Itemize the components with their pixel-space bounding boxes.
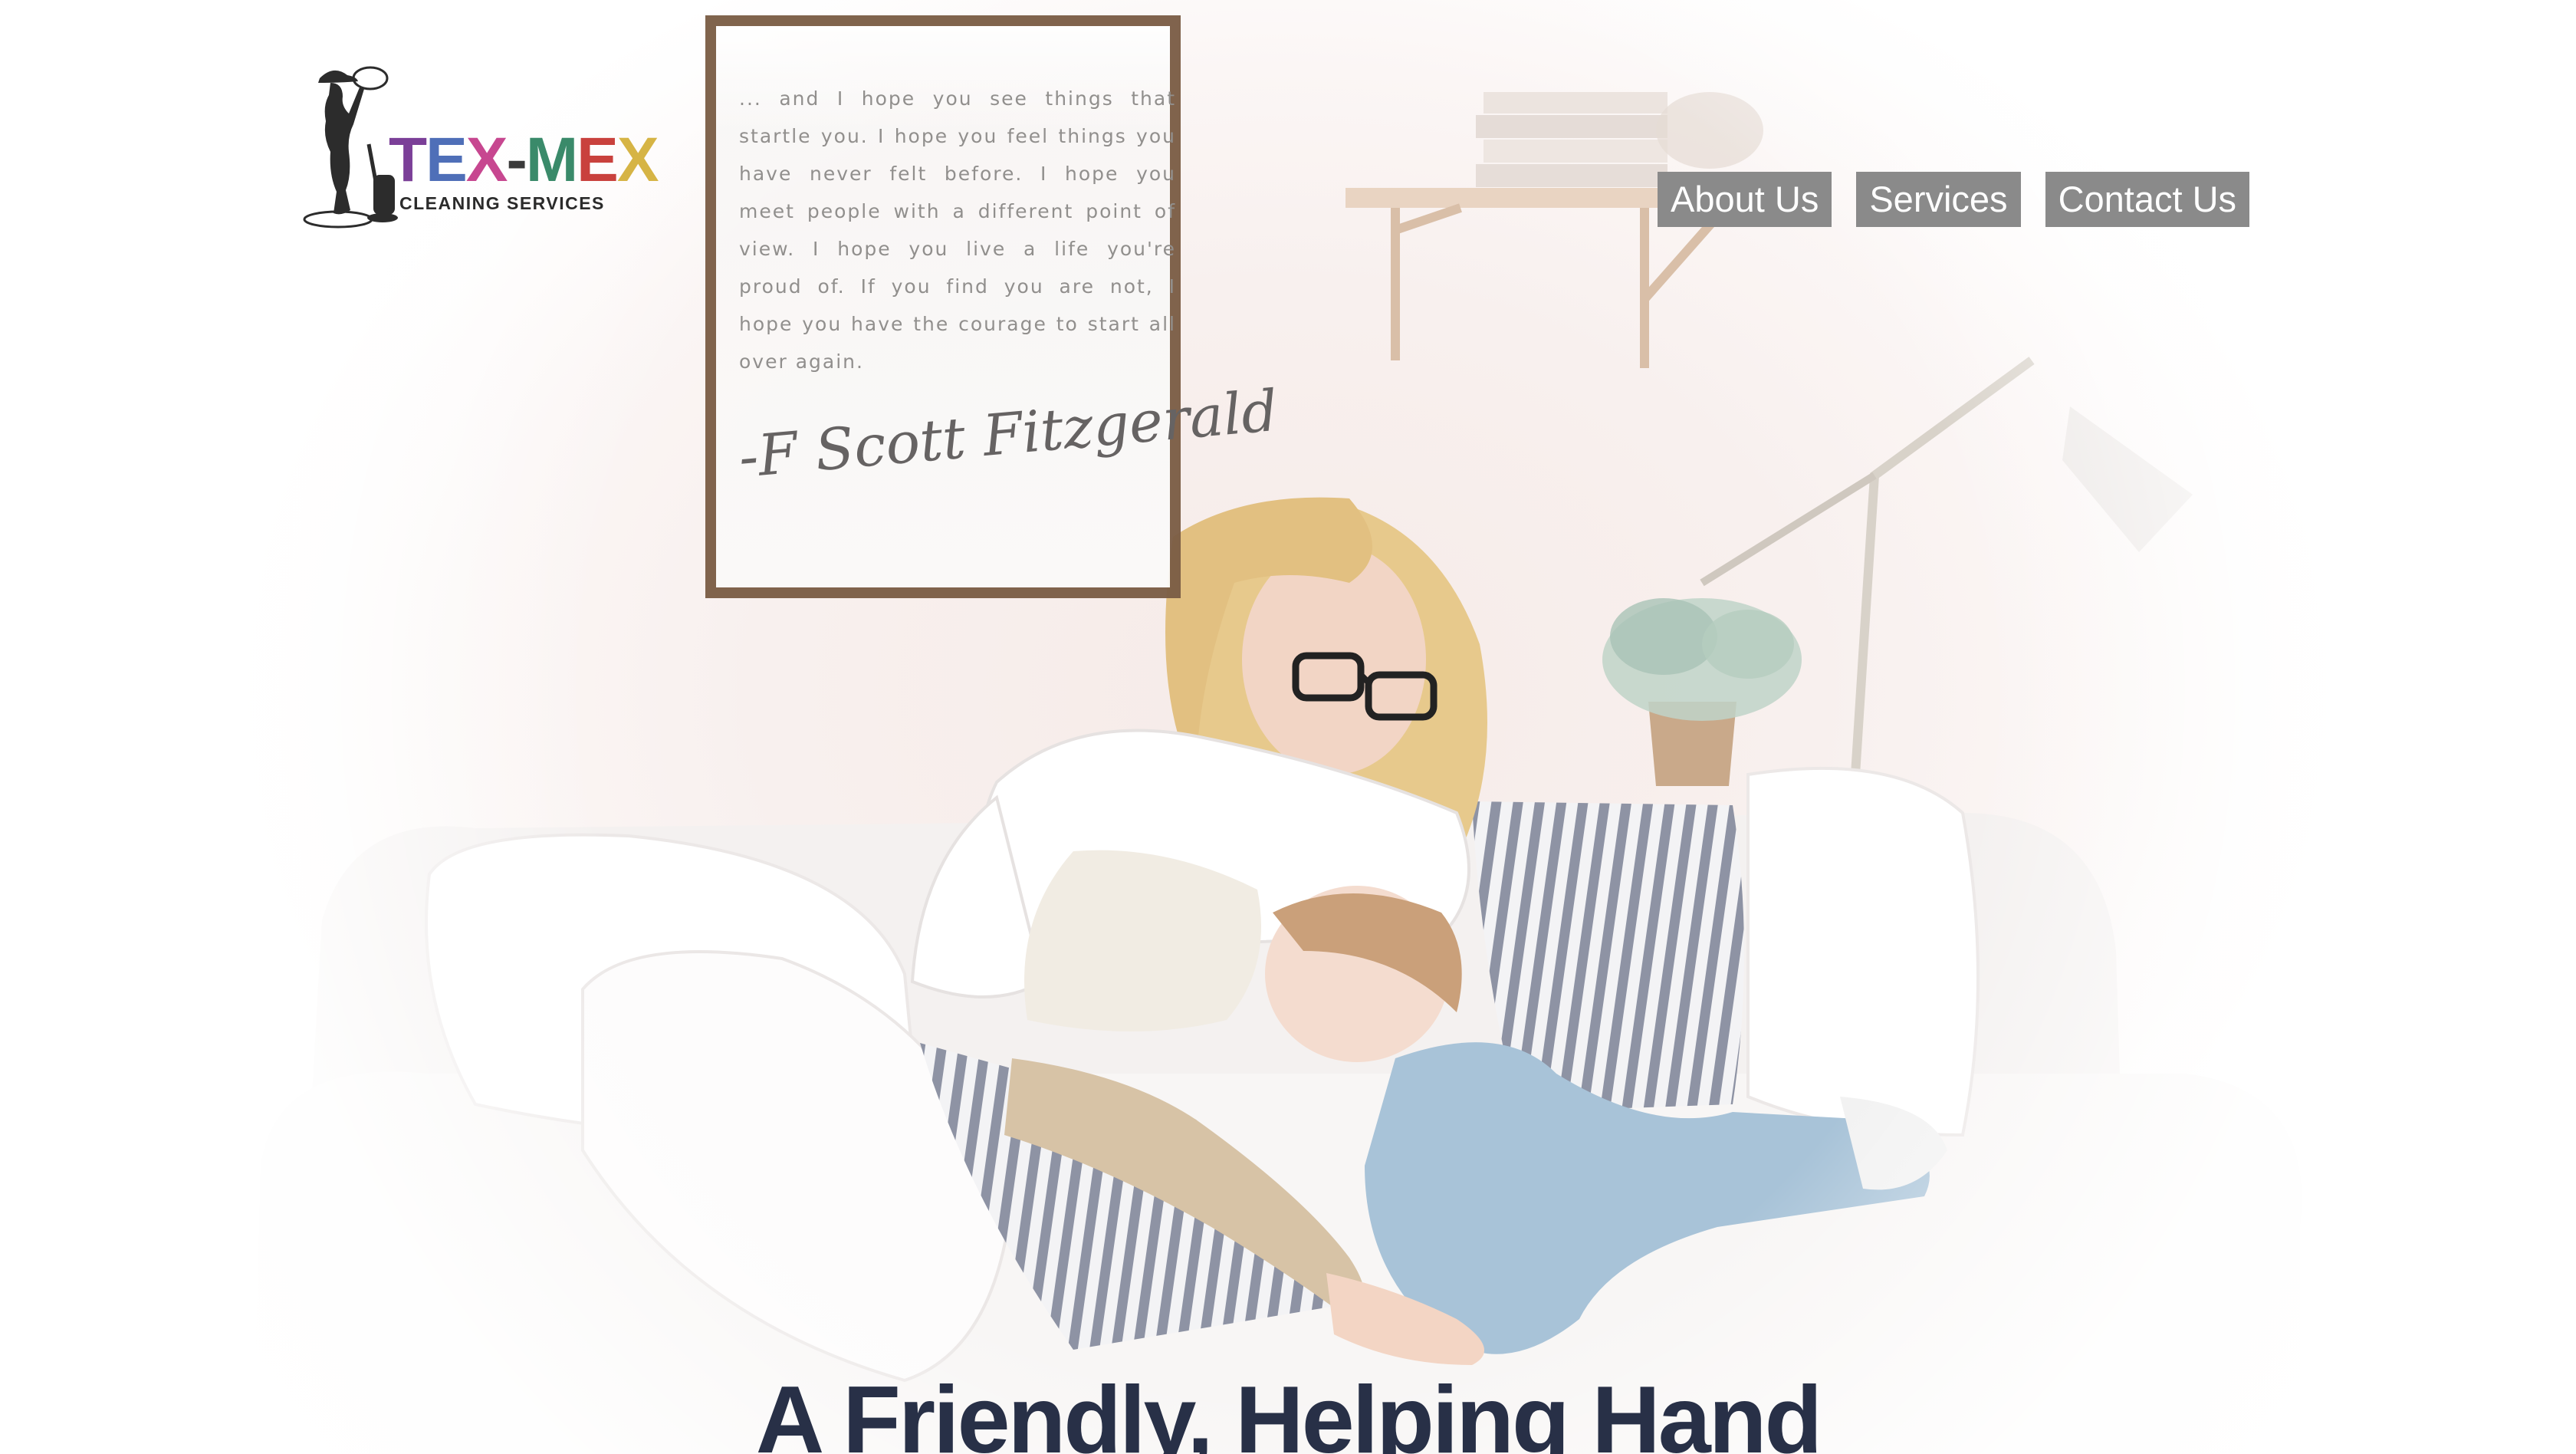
logo-letter: - (506, 125, 527, 195)
logo-letter: X (465, 125, 508, 195)
logo-letter: M (525, 125, 578, 195)
nav-about-us[interactable]: About Us (1658, 172, 1832, 227)
nav-contact-us[interactable]: Contact Us (2045, 172, 2250, 227)
logo-letter: X (616, 125, 659, 195)
logo-letter: E (426, 125, 468, 195)
logo-subtitle: CLEANING SERVICES (399, 193, 605, 213)
page: ... and I hope you see things that start… (0, 0, 2576, 1454)
logo-title: TEX-MEX (389, 125, 659, 195)
quote-signature: -F Scott Fitzgerald (736, 377, 1281, 491)
hero-headline: A Friendly, Helping Hand (755, 1367, 1823, 1454)
quote-frame: ... and I hope you see things that start… (705, 15, 1281, 598)
nav-services[interactable]: Services (1856, 172, 2021, 227)
quote-text: ... and I hope you see things that start… (739, 87, 1176, 373)
site-logo[interactable]: TEX-MEX CLEANING SERVICES (303, 60, 659, 229)
logo-letter: T (389, 125, 427, 195)
main-nav: About Us Services Contact Us (1658, 172, 2250, 227)
logo-letter: E (577, 125, 619, 195)
